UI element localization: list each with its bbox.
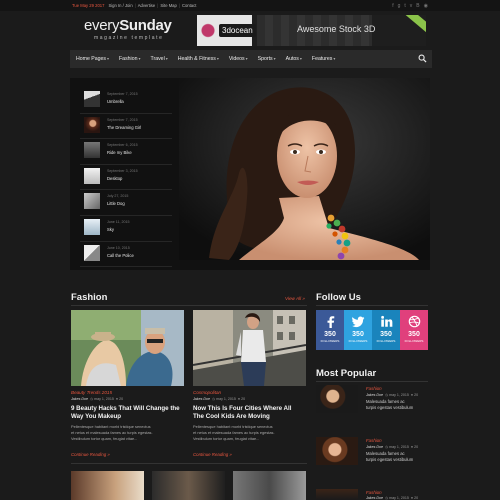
- nav-autos[interactable]: Autos▾: [286, 56, 302, 62]
- continue-reading-link[interactable]: Continue Reading »: [71, 452, 110, 457]
- post-category[interactable]: Fashion: [366, 490, 382, 495]
- popular-post-image[interactable]: [316, 489, 358, 500]
- post-thumbnail: [84, 244, 100, 261]
- nav-health-fitness[interactable]: Health & Fitness▾: [178, 56, 219, 62]
- hero-list-item[interactable]: July 27, 2015 Little Dog: [80, 190, 172, 216]
- divider: [71, 305, 307, 306]
- post-thumbnail[interactable]: [233, 471, 306, 500]
- divider: [71, 463, 307, 464]
- nav-sports[interactable]: Sports▾: [258, 56, 276, 62]
- popular-post-image[interactable]: [316, 437, 358, 465]
- hero-list-item[interactable]: September 6, 2015 Ride my Bike: [80, 139, 172, 165]
- rss-icon[interactable]: ◉: [424, 3, 428, 9]
- facebook-icon[interactable]: f: [392, 3, 393, 9]
- ad-banner[interactable]: 3docean Awesome Stock 3D: [197, 15, 426, 46]
- googleplus-icon[interactable]: g: [398, 3, 401, 9]
- site-logo[interactable]: everySunday magazine template: [84, 18, 184, 46]
- page: Tue May 29 2017 Sign In / Join | Adverti…: [0, 0, 500, 500]
- twitter-icon: [351, 316, 364, 328]
- post-image[interactable]: [193, 310, 306, 386]
- post-category[interactable]: Fashion: [366, 438, 382, 443]
- post-thumbnail[interactable]: [71, 471, 144, 500]
- post-excerpt: Pellentesque habitant morbi tristique se…: [193, 424, 275, 442]
- nav-features[interactable]: Features▾: [312, 56, 336, 62]
- post-category[interactable]: Cosmopolitan: [193, 390, 221, 395]
- banner-brand: 3docean: [219, 24, 256, 37]
- post-meta: Jakes Doe ◷ may 1, 2015 ● 20: [366, 393, 419, 397]
- facebook-icon: [327, 316, 334, 328]
- twitter-icon[interactable]: t: [404, 3, 405, 9]
- post-thumbnail: [84, 142, 100, 159]
- post-excerpt: Pellentesque habitant morbi tristique se…: [71, 424, 153, 442]
- divider: [316, 381, 428, 382]
- sitemap-link[interactable]: Site Map: [160, 3, 177, 8]
- popular-section-title: Most Popular: [316, 368, 377, 379]
- hero-list-item[interactable]: September 3, 2015 Desktop: [80, 165, 172, 191]
- post-thumbnail[interactable]: [152, 471, 225, 500]
- post-category[interactable]: Beauty Trends 2015: [71, 390, 112, 395]
- signin-link[interactable]: Sign In / Join: [108, 3, 132, 8]
- hero-featured-image[interactable]: [179, 78, 430, 260]
- post-thumbnail: [84, 91, 100, 107]
- nav-travel[interactable]: Travel▾: [151, 56, 168, 62]
- banner-ribbon: [404, 15, 426, 34]
- continue-reading-link[interactable]: Continue Reading »: [193, 452, 232, 457]
- logo-word-light: every: [84, 17, 120, 34]
- view-all-link[interactable]: View All »: [285, 296, 305, 301]
- post-thumbnail: [84, 167, 100, 184]
- logo-word-bold: Sunday: [119, 17, 172, 34]
- post-meta: Jakes Doe ◷ may 1, 2015 ● 20: [366, 445, 419, 449]
- advertise-link[interactable]: Advertise: [138, 3, 155, 8]
- follow-tiles: 350 FOLLOWERS 350 FOLLOWERS 350 FOLLOWER…: [316, 310, 428, 350]
- post-image[interactable]: [71, 310, 184, 386]
- banner-text: Awesome Stock 3D: [297, 24, 376, 34]
- hero-post-list: September 7, 2015 Umbrella September 7, …: [80, 88, 172, 268]
- post-category[interactable]: Fashion: [366, 386, 382, 391]
- divider: [316, 305, 428, 306]
- facebook-follow-tile[interactable]: 350 FOLLOWERS: [316, 310, 344, 350]
- dribbble-icon: [408, 315, 420, 328]
- post-title[interactable]: Malesuada fames ac turpis egestas vestib…: [366, 399, 432, 411]
- nav-videos[interactable]: Videos▾: [229, 56, 248, 62]
- hero-list-item[interactable]: June 11, 2015 Sky: [80, 216, 172, 242]
- post-title[interactable]: Now This Is Four Cities Where All The Co…: [193, 405, 309, 422]
- post-meta: Jakes Doe ◷ may 1, 2015 ● 20: [366, 496, 419, 500]
- dribbble-follow-tile[interactable]: 350 FOLLOWERS: [400, 310, 428, 350]
- top-date: Tue May 29 2017: [72, 3, 105, 8]
- social-icons: f g t v B ◉: [392, 3, 428, 9]
- nav-home-pages[interactable]: Home Pages▾: [76, 56, 109, 62]
- behance-icon[interactable]: B: [416, 3, 419, 9]
- follow-section-title: Follow Us: [316, 292, 361, 303]
- post-thumbnail: [84, 193, 100, 210]
- top-bar: Tue May 29 2017 Sign In / Join | Adverti…: [0, 0, 500, 11]
- post-meta: Jakes Doe ◷ may 1, 2015 ● 20: [71, 397, 124, 401]
- hero-list-item[interactable]: June 10, 2015 Call the Police: [80, 242, 172, 268]
- fashion-section-title: Fashion: [71, 292, 108, 303]
- hero-list-item[interactable]: September 7, 2015 Umbrella: [80, 88, 172, 114]
- popular-post-image[interactable]: [316, 385, 358, 413]
- linkedin-follow-tile[interactable]: 350 FOLLOWERS: [372, 310, 400, 350]
- twitter-follow-tile[interactable]: 350 FOLLOWERS: [344, 310, 372, 350]
- vimeo-icon[interactable]: v: [410, 3, 413, 9]
- post-thumbnail: [84, 218, 100, 235]
- logo-tagline: magazine template: [94, 35, 164, 41]
- post-meta: Jakes Doe ◷ may 1, 2015 ● 20: [193, 397, 246, 401]
- main-nav: Home Pages▾ Fashion▾ Travel▾ Health & Fi…: [70, 50, 432, 68]
- post-thumbnail: [84, 116, 100, 133]
- post-title[interactable]: Malesuada fames ac turpis egestas vestib…: [366, 451, 432, 463]
- post-title[interactable]: 9 Beauty Hacks That Will Change the Way …: [71, 405, 187, 422]
- hero-list-item[interactable]: September 7, 2015 The Dreaming Girl: [80, 114, 172, 140]
- nav-fashion[interactable]: Fashion▾: [119, 56, 140, 62]
- search-icon[interactable]: [418, 54, 427, 63]
- contact-link[interactable]: Contact: [182, 3, 196, 8]
- linkedin-icon: [380, 315, 392, 327]
